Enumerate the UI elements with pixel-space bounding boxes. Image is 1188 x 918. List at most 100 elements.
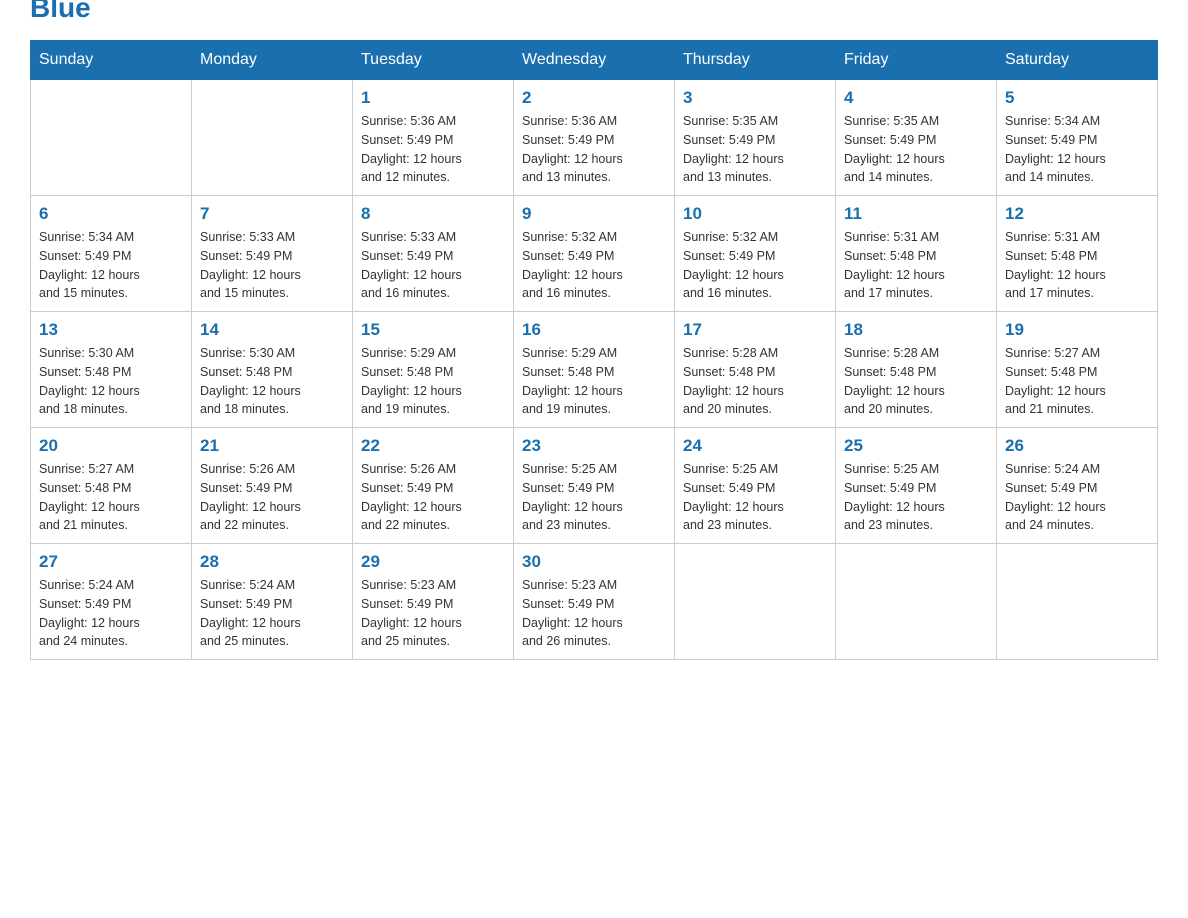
day-info: Sunrise: 5:31 AM Sunset: 5:48 PM Dayligh… <box>1005 228 1149 303</box>
calendar-cell: 16 Sunrise: 5:29 AM Sunset: 5:48 PM Dayli… <box>514 312 675 428</box>
calendar-cell: 1 Sunrise: 5:36 AM Sunset: 5:49 PM Daylig… <box>353 80 514 196</box>
day-number: 19 <box>1005 320 1149 340</box>
day-info: Sunrise: 5:29 AM Sunset: 5:48 PM Dayligh… <box>522 344 666 419</box>
day-info: Sunrise: 5:27 AM Sunset: 5:48 PM Dayligh… <box>1005 344 1149 419</box>
day-info: Sunrise: 5:31 AM Sunset: 5:48 PM Dayligh… <box>844 228 988 303</box>
day-info: Sunrise: 5:26 AM Sunset: 5:49 PM Dayligh… <box>200 460 344 535</box>
calendar-cell: 12 Sunrise: 5:31 AM Sunset: 5:48 PM Dayli… <box>997 196 1158 312</box>
day-number: 11 <box>844 204 988 224</box>
day-number: 28 <box>200 552 344 572</box>
calendar-cell: 19 Sunrise: 5:27 AM Sunset: 5:48 PM Dayli… <box>997 312 1158 428</box>
calendar-cell: 30Sunrise: 5:23 AM Sunset: 5:49 PM Dayli… <box>514 544 675 660</box>
day-info: Sunrise: 5:25 AM Sunset: 5:49 PM Dayligh… <box>683 460 827 535</box>
day-number: 18 <box>844 320 988 340</box>
day-number: 10 <box>683 204 827 224</box>
calendar-cell: 6 Sunrise: 5:34 AM Sunset: 5:49 PM Daylig… <box>31 196 192 312</box>
calendar-cell <box>675 544 836 660</box>
calendar-cell: 21 Sunrise: 5:26 AM Sunset: 5:49 PM Dayli… <box>192 428 353 544</box>
calendar-cell: 22Sunrise: 5:26 AM Sunset: 5:49 PM Dayli… <box>353 428 514 544</box>
day-number: 8 <box>361 204 505 224</box>
week-row-5: 27 Sunrise: 5:24 AM Sunset: 5:49 PM Dayli… <box>31 544 1158 660</box>
day-number: 4 <box>844 88 988 108</box>
day-number: 1 <box>361 88 505 108</box>
week-row-3: 13 Sunrise: 5:30 AM Sunset: 5:48 PM Dayli… <box>31 312 1158 428</box>
column-header-saturday: Saturday <box>997 41 1158 80</box>
week-row-4: 20Sunrise: 5:27 AM Sunset: 5:48 PM Dayli… <box>31 428 1158 544</box>
calendar-cell: 27 Sunrise: 5:24 AM Sunset: 5:49 PM Dayli… <box>31 544 192 660</box>
day-number: 24 <box>683 436 827 456</box>
calendar-header-row: SundayMondayTuesdayWednesdayThursdayFrid… <box>31 41 1158 80</box>
logo-row2: Blue <box>30 0 160 24</box>
calendar-cell <box>192 80 353 196</box>
day-number: 15 <box>361 320 505 340</box>
calendar-cell <box>31 80 192 196</box>
day-number: 6 <box>39 204 183 224</box>
day-info: Sunrise: 5:23 AM Sunset: 5:49 PM Dayligh… <box>361 576 505 651</box>
column-header-sunday: Sunday <box>31 41 192 80</box>
day-number: 16 <box>522 320 666 340</box>
day-number: 27 <box>39 552 183 572</box>
day-number: 2 <box>522 88 666 108</box>
calendar-cell: 29 Sunrise: 5:23 AM Sunset: 5:49 PM Dayli… <box>353 544 514 660</box>
calendar-cell: 9 Sunrise: 5:32 AM Sunset: 5:49 PM Daylig… <box>514 196 675 312</box>
calendar-cell: 24 Sunrise: 5:25 AM Sunset: 5:49 PM Dayli… <box>675 428 836 544</box>
day-number: 7 <box>200 204 344 224</box>
calendar-cell: 14 Sunrise: 5:30 AM Sunset: 5:48 PM Dayli… <box>192 312 353 428</box>
calendar-cell: 15 Sunrise: 5:29 AM Sunset: 5:48 PM Dayli… <box>353 312 514 428</box>
calendar-cell: 10 Sunrise: 5:32 AM Sunset: 5:49 PM Dayli… <box>675 196 836 312</box>
day-info: Sunrise: 5:32 AM Sunset: 5:49 PM Dayligh… <box>683 228 827 303</box>
day-info: Sunrise: 5:36 AM Sunset: 5:49 PM Dayligh… <box>361 112 505 187</box>
column-header-monday: Monday <box>192 41 353 80</box>
logo-block: General Blue <box>30 0 160 24</box>
day-number: 14 <box>200 320 344 340</box>
day-number: 23 <box>522 436 666 456</box>
day-info: Sunrise: 5:28 AM Sunset: 5:48 PM Dayligh… <box>683 344 827 419</box>
calendar-cell: 13 Sunrise: 5:30 AM Sunset: 5:48 PM Dayli… <box>31 312 192 428</box>
calendar-cell: 2Sunrise: 5:36 AM Sunset: 5:49 PM Daylig… <box>514 80 675 196</box>
day-number: 26 <box>1005 436 1149 456</box>
calendar-cell: 3 Sunrise: 5:35 AM Sunset: 5:49 PM Daylig… <box>675 80 836 196</box>
day-number: 20 <box>39 436 183 456</box>
day-number: 13 <box>39 320 183 340</box>
day-number: 3 <box>683 88 827 108</box>
day-info: Sunrise: 5:24 AM Sunset: 5:49 PM Dayligh… <box>200 576 344 651</box>
day-info: Sunrise: 5:30 AM Sunset: 5:48 PM Dayligh… <box>39 344 183 419</box>
calendar-cell: 23Sunrise: 5:25 AM Sunset: 5:49 PM Dayli… <box>514 428 675 544</box>
day-number: 25 <box>844 436 988 456</box>
week-row-1: 1 Sunrise: 5:36 AM Sunset: 5:49 PM Daylig… <box>31 80 1158 196</box>
day-info: Sunrise: 5:33 AM Sunset: 5:49 PM Dayligh… <box>361 228 505 303</box>
day-info: Sunrise: 5:30 AM Sunset: 5:48 PM Dayligh… <box>200 344 344 419</box>
calendar-cell <box>997 544 1158 660</box>
calendar-cell: 11 Sunrise: 5:31 AM Sunset: 5:48 PM Dayli… <box>836 196 997 312</box>
calendar-cell: 8 Sunrise: 5:33 AM Sunset: 5:49 PM Daylig… <box>353 196 514 312</box>
day-number: 9 <box>522 204 666 224</box>
calendar-table: SundayMondayTuesdayWednesdayThursdayFrid… <box>30 40 1158 660</box>
column-header-wednesday: Wednesday <box>514 41 675 80</box>
page-header-2: General Blue <box>30 0 1158 24</box>
day-number: 17 <box>683 320 827 340</box>
day-info: Sunrise: 5:24 AM Sunset: 5:49 PM Dayligh… <box>1005 460 1149 535</box>
day-info: Sunrise: 5:23 AM Sunset: 5:49 PM Dayligh… <box>522 576 666 651</box>
day-number: 12 <box>1005 204 1149 224</box>
calendar-cell: 4Sunrise: 5:35 AM Sunset: 5:49 PM Daylig… <box>836 80 997 196</box>
calendar-cell: 26 Sunrise: 5:24 AM Sunset: 5:49 PM Dayli… <box>997 428 1158 544</box>
day-info: Sunrise: 5:24 AM Sunset: 5:49 PM Dayligh… <box>39 576 183 651</box>
column-header-friday: Friday <box>836 41 997 80</box>
day-info: Sunrise: 5:25 AM Sunset: 5:49 PM Dayligh… <box>844 460 988 535</box>
day-info: Sunrise: 5:26 AM Sunset: 5:49 PM Dayligh… <box>361 460 505 535</box>
calendar-cell: 28 Sunrise: 5:24 AM Sunset: 5:49 PM Dayli… <box>192 544 353 660</box>
day-info: Sunrise: 5:32 AM Sunset: 5:49 PM Dayligh… <box>522 228 666 303</box>
day-number: 29 <box>361 552 505 572</box>
day-number: 21 <box>200 436 344 456</box>
week-row-2: 6 Sunrise: 5:34 AM Sunset: 5:49 PM Daylig… <box>31 196 1158 312</box>
day-info: Sunrise: 5:34 AM Sunset: 5:49 PM Dayligh… <box>39 228 183 303</box>
logo-blue: Blue <box>30 0 91 23</box>
column-header-thursday: Thursday <box>675 41 836 80</box>
calendar-cell: 5 Sunrise: 5:34 AM Sunset: 5:49 PM Daylig… <box>997 80 1158 196</box>
day-number: 5 <box>1005 88 1149 108</box>
calendar-cell: 25 Sunrise: 5:25 AM Sunset: 5:49 PM Dayli… <box>836 428 997 544</box>
day-info: Sunrise: 5:29 AM Sunset: 5:48 PM Dayligh… <box>361 344 505 419</box>
calendar-cell: 18Sunrise: 5:28 AM Sunset: 5:48 PM Dayli… <box>836 312 997 428</box>
day-info: Sunrise: 5:34 AM Sunset: 5:49 PM Dayligh… <box>1005 112 1149 187</box>
day-info: Sunrise: 5:35 AM Sunset: 5:49 PM Dayligh… <box>683 112 827 187</box>
